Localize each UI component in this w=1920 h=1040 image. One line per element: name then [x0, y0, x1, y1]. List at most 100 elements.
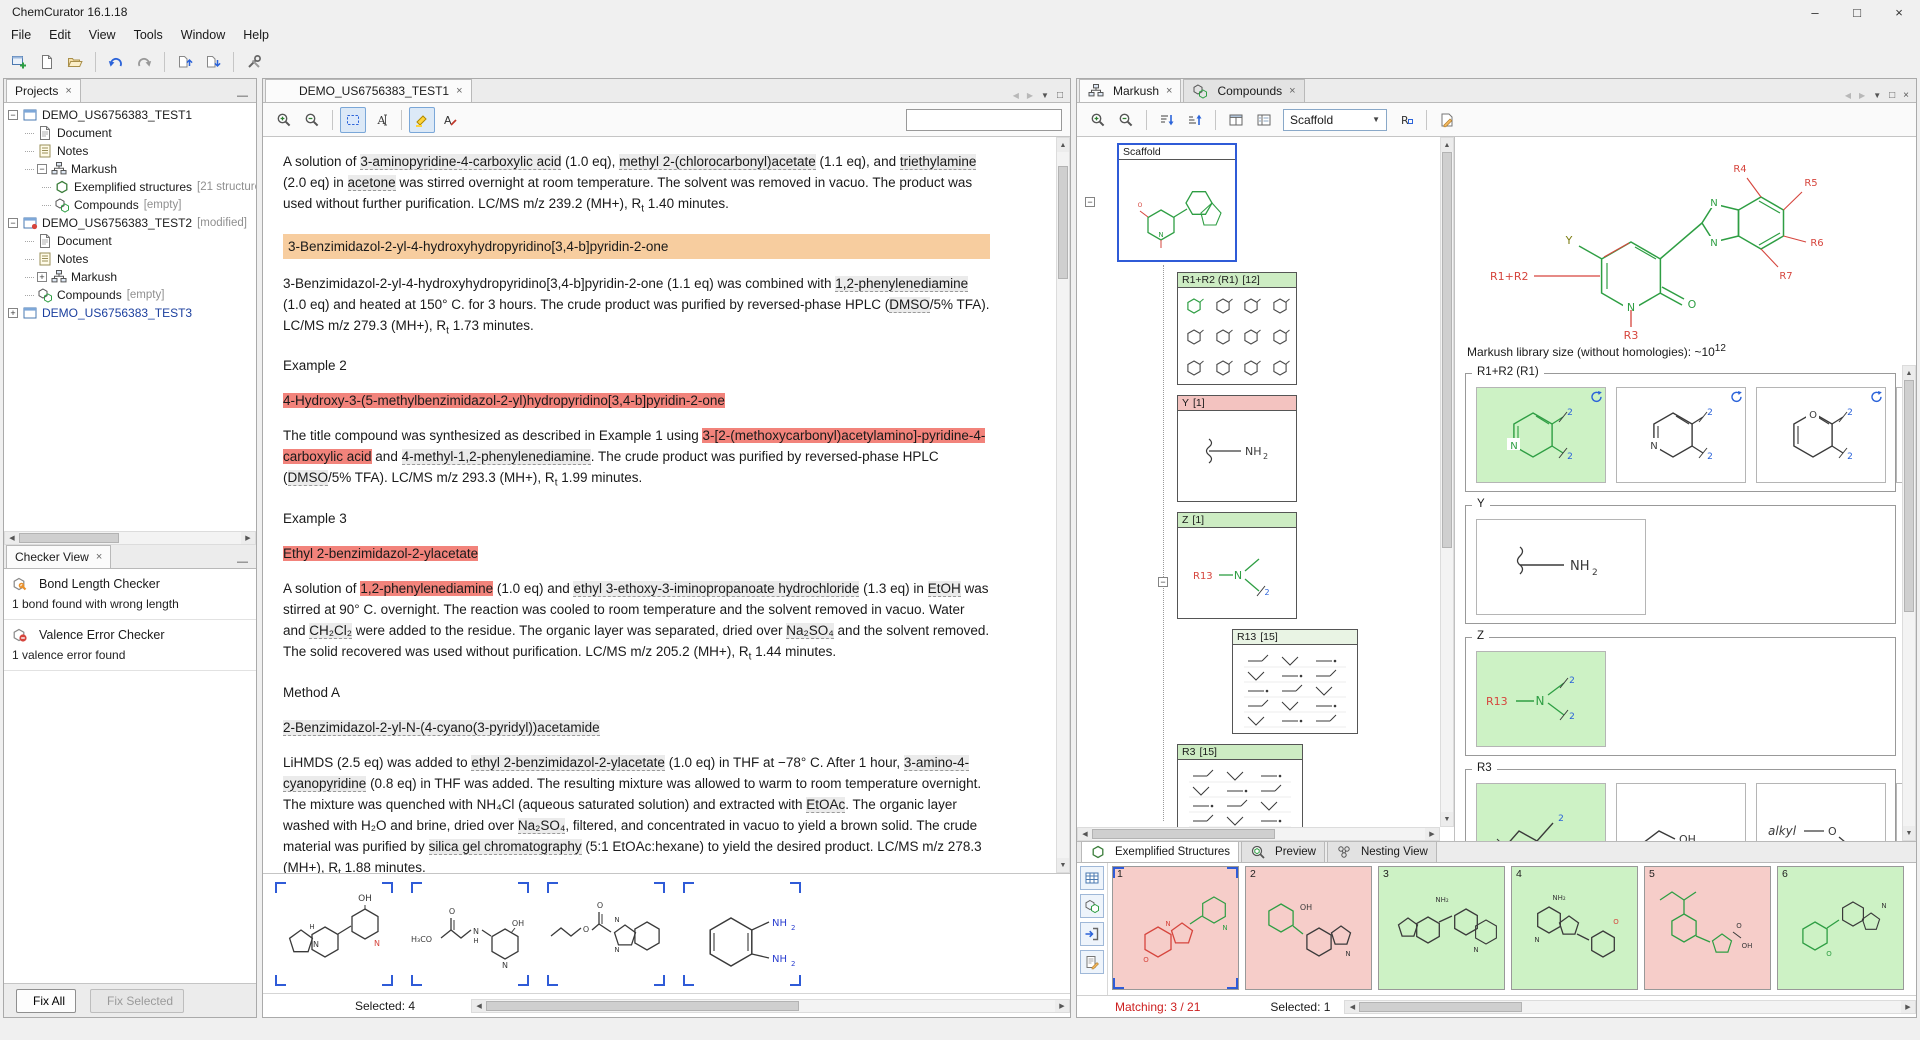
scroll-thumb[interactable] [1904, 380, 1914, 612]
rgroup-card[interactable]: R13N22 [1476, 651, 1606, 747]
rgroup-member-structure[interactable] [1268, 293, 1292, 317]
scroll-thumb[interactable] [19, 533, 119, 543]
tree-item-markush[interactable]: +Markush [4, 268, 256, 286]
scroll-up-button[interactable]: ▲ [1057, 138, 1069, 152]
undo-button[interactable] [103, 49, 129, 75]
rgroup-card[interactable]: alkylO [1756, 783, 1886, 841]
zoom-out-button[interactable] [1113, 107, 1139, 133]
tab-compounds[interactable]: Compounds× [1183, 79, 1304, 102]
tab-exemplified-structures[interactable]: Exemplified Structures [1081, 841, 1239, 862]
rgroups-vscrollbar[interactable]: ▲▼ [1902, 365, 1916, 841]
document-content[interactable]: A solution of 3-aminopyridine-4-carboxyl… [263, 137, 1056, 873]
chem-term[interactable]: acetone [348, 175, 396, 191]
exemplified-structure-card[interactable]: 5OOH [1644, 866, 1771, 990]
homology-icon[interactable] [1729, 390, 1742, 403]
tab-scroll-right-button[interactable]: ▶ [1857, 90, 1867, 101]
tree-expander[interactable]: − [8, 218, 18, 228]
rgroup-member-structure[interactable] [1182, 324, 1206, 348]
scroll-up-button[interactable]: ▲ [1903, 366, 1915, 380]
rgroup-member-structure[interactable] [1211, 355, 1235, 379]
tree-item-markush[interactable]: −Markush [4, 160, 256, 178]
chem-term[interactable]: Na₂SO₄ [786, 623, 834, 639]
chem-term[interactable]: 4-methyl-1,2-phenylenediamine [402, 449, 591, 465]
scroll-track[interactable] [1359, 1001, 1901, 1013]
layout-tree-button[interactable] [1251, 107, 1277, 133]
tree-item-exemplified-structures[interactable]: Exemplified structures[21 structures] [4, 178, 256, 196]
rgroup-card[interactable]: 2 [1476, 783, 1606, 841]
chem-term[interactable]: EtOH [928, 581, 961, 597]
tree-expander[interactable]: + [8, 308, 18, 318]
import-structures-button[interactable] [1080, 922, 1104, 946]
chem-term[interactable]: Na₂SO₄ [518, 818, 566, 834]
close-panel-button[interactable]: × [1901, 89, 1911, 102]
document-search-input[interactable] [906, 109, 1062, 131]
tree-item-compounds[interactable]: Compounds[empty] [4, 286, 256, 304]
highlight-button[interactable] [409, 107, 435, 133]
tab-markush[interactable]: Markush× [1079, 79, 1181, 102]
structure-thumbnail[interactable]: H₃COONHOHN [411, 882, 529, 986]
close-icon[interactable]: × [456, 85, 462, 97]
rgroup-member-structure[interactable] [1268, 324, 1292, 348]
structure-thumbnail[interactable]: OHHNN [275, 882, 393, 986]
scroll-track[interactable] [1903, 380, 1915, 826]
markush-tree-hscrollbar[interactable]: ◀▶ [1077, 827, 1440, 841]
maximize-panel-button[interactable]: □ [1055, 89, 1065, 102]
scroll-down-button[interactable]: ▼ [1903, 826, 1915, 840]
scroll-down-button[interactable]: ▼ [1057, 858, 1069, 872]
checker-item[interactable]: Bond Length Checker1 bond found with wro… [4, 569, 256, 620]
scroll-track[interactable] [1092, 828, 1425, 840]
rgroup-member-structure[interactable] [1268, 355, 1292, 379]
tree-item-demo-us6756383-test3[interactable]: +DEMO_US6756383_TEST3 [4, 304, 256, 322]
tree-expander[interactable]: − [37, 164, 47, 174]
chem-term[interactable]: silica gel chromatography [429, 839, 582, 855]
scroll-up-button[interactable]: ▲ [1441, 138, 1453, 152]
zoom-in-button[interactable] [1085, 107, 1111, 133]
select-area-button[interactable] [340, 107, 366, 133]
rgroup-card[interactable]: NH2 [1476, 519, 1646, 615]
markush-node-y[interactable]: Y[1]NH2 [1177, 395, 1297, 502]
document-vscrollbar[interactable]: ▲▼ [1056, 137, 1070, 873]
menu-window[interactable]: Window [172, 26, 234, 44]
rgroup-member-structure[interactable] [1182, 293, 1206, 317]
sort-ascending-button[interactable] [1182, 107, 1208, 133]
scroll-right-button[interactable]: ▶ [1425, 828, 1439, 840]
menu-file[interactable]: File [2, 26, 40, 44]
chem-term[interactable]: EtOAc [806, 797, 845, 813]
chem-term[interactable]: 1,2-phenylenediamine [360, 581, 493, 596]
structure-thumbnail[interactable]: NH2NH2 [683, 882, 801, 986]
tab-nesting-view[interactable]: Nesting View [1327, 841, 1437, 862]
scroll-thumb[interactable] [1092, 829, 1275, 839]
rgroup-member-structure[interactable] [1211, 324, 1235, 348]
scaffold-select[interactable]: Scaffold▼ [1283, 109, 1387, 131]
checker-view-tab[interactable]: Checker View × [6, 545, 111, 568]
text-select-button[interactable]: A [368, 107, 394, 133]
markush-node-z[interactable]: Z[1]R13N2 [1177, 512, 1297, 619]
scroll-thumb[interactable] [486, 1001, 799, 1011]
chem-term[interactable]: DMSO [889, 297, 930, 313]
tree-expander[interactable]: − [8, 110, 18, 120]
close-icon[interactable]: × [1289, 85, 1295, 97]
markush-tree-vscrollbar[interactable]: ▲▼ [1440, 137, 1454, 827]
scroll-track[interactable] [1441, 152, 1453, 812]
scroll-thumb[interactable] [1359, 1002, 1521, 1012]
exemplified-structure-card[interactable]: 6ON [1777, 866, 1904, 990]
projects-tab[interactable]: Projects × [6, 79, 81, 102]
tree-expander[interactable]: − [1158, 577, 1168, 587]
exemplified-structure-card[interactable]: 1NON [1112, 866, 1239, 990]
tab-list-button[interactable]: ▼ [1039, 90, 1051, 101]
exemplified-structure-card[interactable]: 2OHN [1245, 866, 1372, 990]
strip-hscrollbar[interactable]: ◀▶ [471, 999, 1070, 1013]
rgroup-view-button[interactable]: R [1393, 107, 1419, 133]
table-view-button[interactable] [1080, 866, 1104, 890]
redo-button[interactable] [131, 49, 157, 75]
tab-scroll-left-button[interactable]: ◀ [1843, 90, 1853, 101]
layout-columns-button[interactable] [1223, 107, 1249, 133]
tab-preview[interactable]: Preview [1241, 841, 1325, 862]
menu-tools[interactable]: Tools [125, 26, 172, 44]
tools-button[interactable] [241, 49, 267, 75]
menu-help[interactable]: Help [234, 26, 278, 44]
rgroup-card[interactable]: OH [1616, 783, 1746, 841]
edit-markush-button[interactable] [1434, 107, 1460, 133]
chem-term[interactable]: triethylamine [900, 154, 977, 170]
scroll-right-button[interactable]: ▶ [1901, 1001, 1915, 1013]
